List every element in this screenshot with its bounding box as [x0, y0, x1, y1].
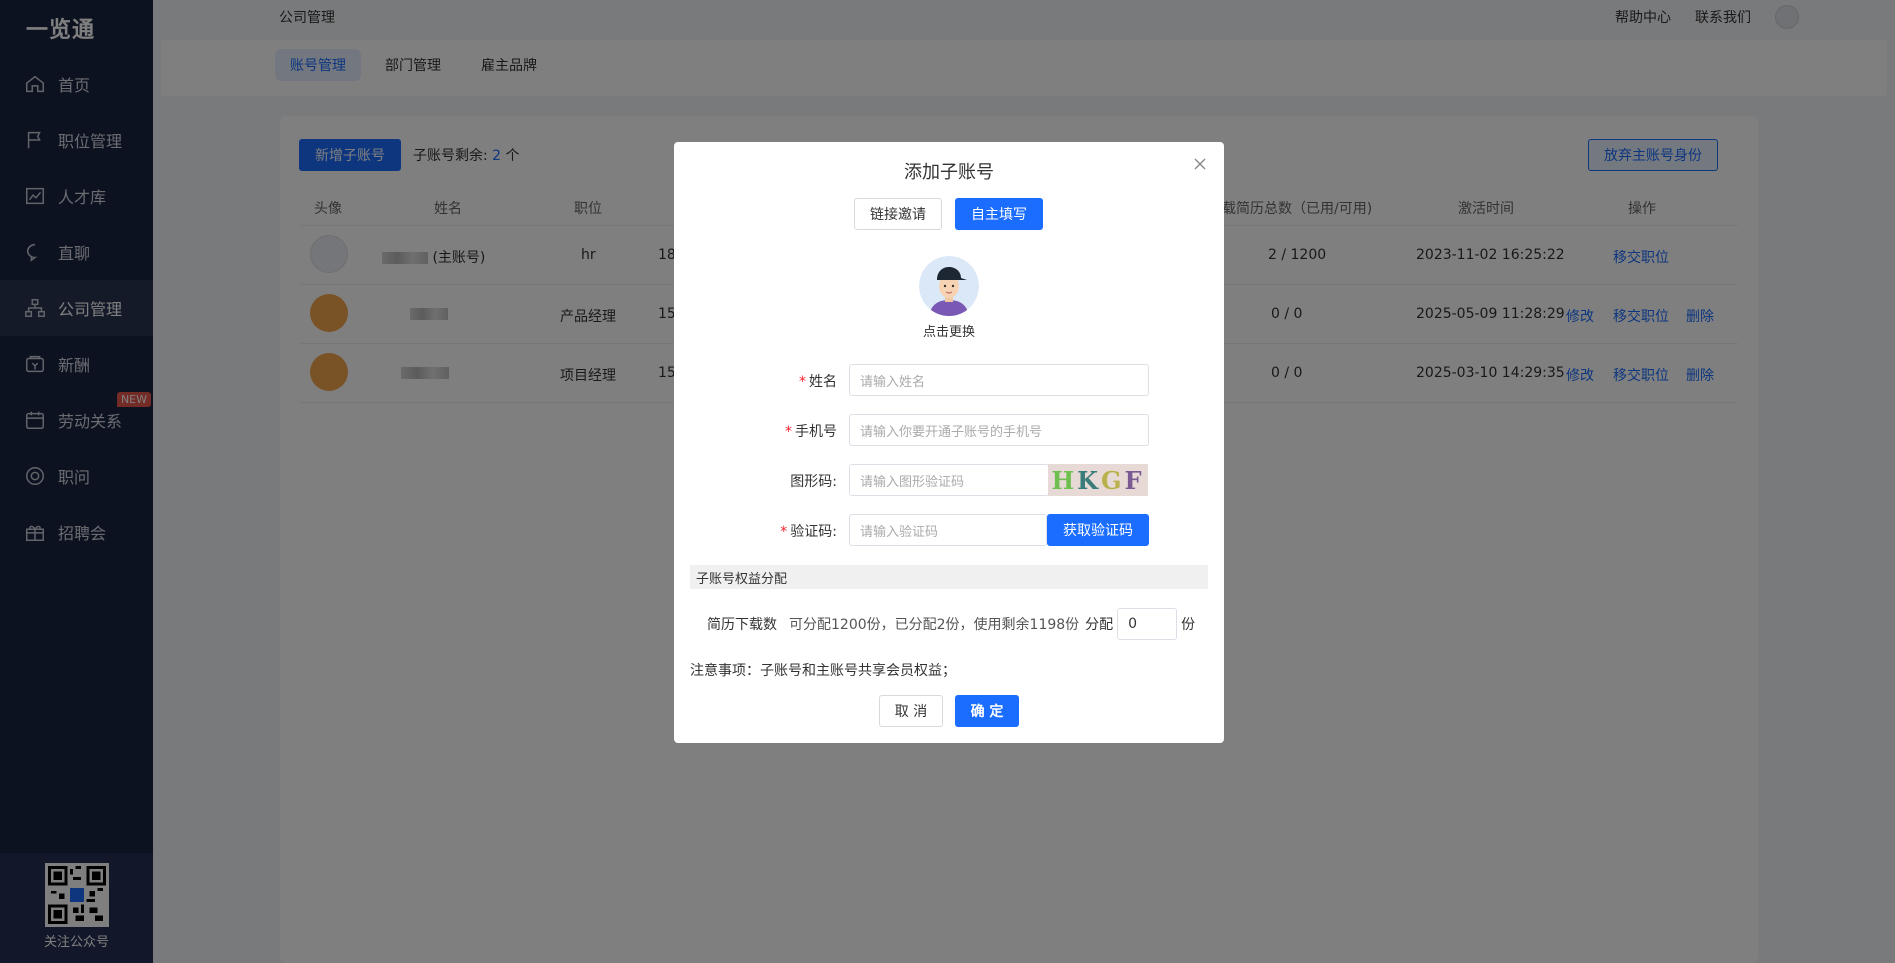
phone-input[interactable]: 请输入你要开通子账号的手机号 [849, 414, 1149, 446]
close-icon[interactable] [1192, 156, 1208, 172]
self-fill-button[interactable]: 自主填写 [955, 198, 1043, 230]
allocation-unit: 份 [1181, 617, 1196, 633]
notice-text: 注意事项：子账号和主账号共享会员权益； [690, 663, 956, 679]
section-title: 子账号权益分配 [690, 565, 1208, 589]
code-label: * 验证码: [780, 524, 837, 540]
confirm-button[interactable]: 确 定 [955, 695, 1019, 727]
allocation-label: 简历下载数 [707, 617, 777, 633]
avatar-upload[interactable] [919, 256, 979, 316]
allocation-desc: 可分配1200份，已分配2份，使用剩余1198份 [789, 617, 1080, 633]
captcha-input[interactable]: 请输入图形验证码 [849, 464, 1049, 496]
name-label: * 姓名 [799, 374, 837, 390]
get-code-button[interactable]: 获取验证码 [1047, 514, 1149, 546]
add-sub-account-dialog: 添加子账号 链接邀请 自主填写 点击更换 * 姓名 请输入姓名 * 手机号 请输入你… [674, 142, 1224, 743]
allocation-row: 简历下载数 可分配1200份，已分配2份，使用剩余1198份 分配 0 份 [707, 608, 1195, 640]
dialog-title: 添加子账号 [904, 162, 994, 183]
assign-label: 分配 [1085, 617, 1114, 633]
change-avatar-label[interactable]: 点击更换 [674, 321, 1224, 340]
captcha-image[interactable]: HKGF [1048, 464, 1148, 496]
cancel-button[interactable]: 取 消 [879, 695, 943, 727]
allocation-input[interactable]: 0 [1117, 608, 1178, 640]
link-invite-button[interactable]: 链接邀请 [854, 198, 942, 230]
phone-label: * 手机号 [785, 424, 837, 440]
code-input[interactable]: 请输入验证码 [849, 514, 1047, 546]
name-input[interactable]: 请输入姓名 [849, 364, 1149, 396]
captcha-label: 图形码: [790, 474, 837, 490]
